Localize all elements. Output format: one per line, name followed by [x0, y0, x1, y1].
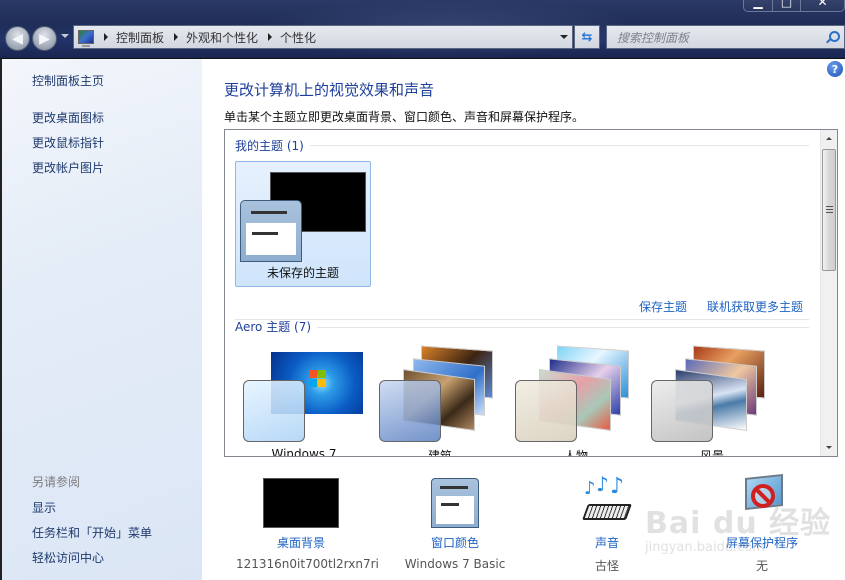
sidebar-link-ease-of-access[interactable]: 轻松访问中心: [32, 549, 104, 566]
get-more-themes-link[interactable]: 联机获取更多主题: [707, 298, 803, 315]
desktop-background-preview: [263, 478, 339, 528]
window-color-value: Windows 7 Basic: [404, 557, 506, 571]
glass-color-swatch: [379, 380, 441, 442]
arrow-right-icon: ▶: [39, 30, 50, 47]
sounds-value: 古怪: [594, 559, 619, 573]
close-button[interactable]: ✕: [800, 0, 844, 12]
aero-themes-header: Aero 主题 (7): [235, 319, 809, 335]
forward-button[interactable]: ▶: [32, 26, 57, 51]
refresh-button[interactable]: ⇆: [574, 25, 600, 49]
sidebar-link-account-picture[interactable]: 更改帐户图片: [32, 159, 104, 176]
breadcrumb-personalization[interactable]: 个性化: [280, 29, 316, 46]
breadcrumb-appearance[interactable]: 外观和个性化: [186, 29, 258, 46]
baidu-watermark: Bai du 经验: [645, 506, 832, 541]
sidebar-link-control-panel-home[interactable]: 控制面板主页: [32, 72, 104, 89]
sidebar-link-display[interactable]: 显示: [32, 499, 56, 516]
desktop-background-link[interactable]: 桌面背景: [236, 534, 366, 551]
breadcrumb-control-panel[interactable]: 控制面板: [116, 29, 164, 46]
save-theme-link[interactable]: 保存主题: [639, 298, 687, 315]
desktop-background-value: 121316n0it700tl2rxn7ri: [236, 557, 379, 571]
theme-list: 我的主题 (1) 未保存的主题 保存主题 联机获取更多主题 Aero 主题 (7…: [224, 129, 838, 457]
my-themes-title: 我的主题 (1): [235, 139, 304, 153]
scroll-up-icon[interactable]: [826, 137, 832, 140]
glass-color-swatch: [243, 380, 305, 442]
sidebar-link-taskbar-start[interactable]: 任务栏和「开始」菜单: [32, 524, 152, 541]
setting-window-color[interactable]: 窗口颜色 Windows 7 Basic: [390, 474, 520, 571]
theme-architecture[interactable]: 建筑: [375, 345, 505, 457]
setting-desktop-background[interactable]: 桌面背景 121316n0it700tl2rxn7ri: [236, 474, 379, 571]
arrow-left-icon: ◀: [12, 30, 23, 47]
page-title: 更改计算机上的视觉效果和声音: [224, 81, 435, 99]
address-dropdown-icon[interactable]: [560, 35, 568, 39]
theme-label: 风景: [699, 449, 724, 457]
scrollbar-thumb[interactable]: [822, 149, 836, 271]
maximize-button[interactable]: □: [772, 0, 800, 12]
theme-label: 未保存的主题: [266, 266, 339, 280]
control-panel-icon: [78, 30, 94, 47]
sounds-icon: ♪ ♪ ♪: [582, 472, 632, 528]
theme-windows-7[interactable]: Windows 7: [239, 350, 369, 457]
sidebar-link-mouse-pointers[interactable]: 更改鼠标指针: [32, 134, 104, 151]
breadcrumb-chevron-icon[interactable]: [174, 33, 179, 41]
divider: [317, 327, 809, 328]
breadcrumb-chevron-icon[interactable]: [104, 33, 108, 41]
theme-label: Windows 7: [271, 447, 337, 457]
baidu-watermark-url: jingyan.baidu.com: [645, 540, 765, 555]
sidebar: 控制面板主页 更改桌面图标 更改鼠标指针 更改帐户图片 另请参阅 显示 任务栏和…: [0, 58, 202, 580]
refresh-icon: ⇆: [581, 29, 593, 45]
see-also-label: 另请参阅: [32, 475, 81, 489]
window-controls: ▁ □ ✕: [743, 0, 845, 12]
theme-label: 人物: [563, 449, 588, 457]
theme-links: 保存主题 联机获取更多主题: [639, 298, 803, 315]
minimize-button[interactable]: ▁: [744, 0, 772, 12]
help-icon[interactable]: ?: [827, 61, 843, 77]
screen-saver-value: 无: [755, 559, 768, 573]
aero-themes-title: Aero 主题 (7): [235, 320, 312, 334]
search-icon[interactable]: [829, 31, 840, 42]
window-color-icon: [431, 478, 479, 528]
search-input[interactable]: 搜索控制面板: [606, 25, 845, 49]
my-themes-header: 我的主题 (1): [235, 137, 809, 154]
glass-color-swatch: [651, 380, 713, 442]
theme-unsaved[interactable]: 未保存的主题: [235, 161, 371, 287]
window-color-preview: [240, 200, 302, 262]
breadcrumb-chevron-icon[interactable]: [268, 33, 273, 41]
grip-icon: [826, 206, 833, 213]
search-placeholder: 搜索控制面板: [617, 30, 690, 45]
recent-pages-dropdown[interactable]: [61, 34, 69, 38]
theme-landscapes[interactable]: 风景: [647, 345, 777, 457]
theme-label: 建筑: [427, 449, 452, 457]
glass-color-swatch: [515, 380, 577, 442]
sidebar-link-desktop-icons[interactable]: 更改桌面图标: [32, 109, 104, 126]
page-description: 单击某个主题立即更改桌面背景、窗口颜色、声音和屏幕保护程序。: [224, 110, 585, 124]
divider: [309, 145, 809, 146]
scroll-down-icon[interactable]: [826, 446, 832, 449]
window-color-link[interactable]: 窗口颜色: [390, 534, 520, 551]
window-chrome: ▁ □ ✕ ◀ ▶ 控制面板 外观和个性化 个性化 ⇆ 搜索控制面板: [0, 0, 845, 58]
theme-list-scrollbar[interactable]: [820, 130, 837, 456]
address-bar[interactable]: 控制面板 外观和个性化 个性化: [73, 25, 573, 49]
theme-characters[interactable]: 人物: [511, 345, 641, 457]
back-button[interactable]: ◀: [5, 26, 30, 51]
